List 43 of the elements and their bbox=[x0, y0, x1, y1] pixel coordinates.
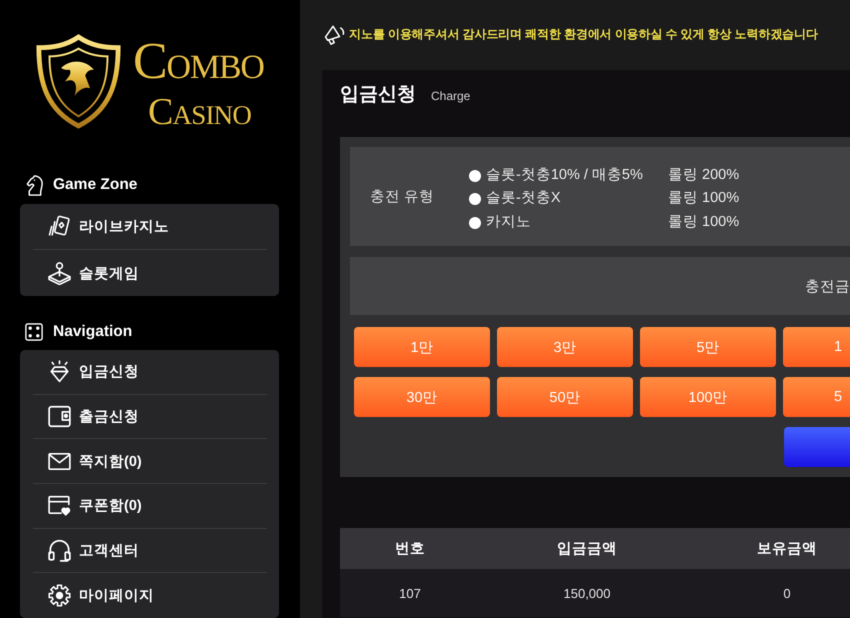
radio-button[interactable] bbox=[469, 170, 481, 182]
playing-card-icon bbox=[48, 215, 71, 238]
column-header: 번호 bbox=[394, 540, 426, 558]
option-label: 슬롯-첫충10% / 매충5% bbox=[486, 166, 643, 185]
joystick-icon bbox=[48, 262, 71, 284]
sidebar-item[interactable]: 슬롯게임 bbox=[33, 250, 267, 296]
sidebar-item[interactable]: 출금신청 bbox=[33, 394, 267, 440]
gear-icon bbox=[48, 584, 71, 608]
sidebar-item[interactable]: 라이브카지노 bbox=[33, 204, 267, 250]
rolling-label: 롤링 200% bbox=[668, 166, 740, 185]
section-title: Game Zone bbox=[53, 176, 138, 194]
field-label: 충전금 bbox=[805, 278, 850, 296]
megaphone-icon bbox=[324, 24, 345, 46]
section-title: Navigation bbox=[53, 322, 132, 341]
logo-text: CASINO bbox=[148, 95, 252, 132]
dice-icon bbox=[25, 320, 43, 343]
card-heart-icon bbox=[48, 494, 71, 518]
option-label: 슬롯-첫충X bbox=[486, 189, 560, 208]
rolling-label: 롤링 100% bbox=[668, 189, 740, 208]
page-title: 입금신청 bbox=[340, 83, 416, 107]
radio-button[interactable] bbox=[469, 216, 481, 228]
sidebar-item[interactable]: 입금신청 bbox=[33, 350, 267, 395]
table-cell-text: 150,000 bbox=[562, 586, 612, 600]
sidebar-item[interactable]: 마이페이지 bbox=[33, 573, 267, 618]
chess-knight-icon bbox=[25, 174, 43, 196]
shield-emblem-icon bbox=[35, 33, 122, 130]
headset-icon bbox=[48, 539, 71, 562]
sidebar-item[interactable]: 쪽지함(0) bbox=[33, 439, 267, 484]
sidebar-item[interactable]: 고객센터 bbox=[33, 528, 267, 574]
page-subtitle: Charge bbox=[431, 89, 470, 103]
sidebar-item[interactable]: 쿠폰함(0) bbox=[33, 484, 267, 529]
diamond-icon bbox=[48, 360, 71, 384]
radio-button[interactable] bbox=[469, 193, 481, 205]
logo-text: COMBO bbox=[133, 35, 264, 92]
option-label: 카지노 bbox=[486, 212, 531, 232]
rolling-label: 롤링 100% bbox=[668, 212, 740, 232]
notice-text: 지노를 이용해주셔서 감사드리며 쾌적한 환경에서 이용하실 수 있게 항상 노력하겠습니다 bbox=[349, 27, 818, 43]
wallet-icon bbox=[48, 405, 71, 428]
column-header: 입금금액 bbox=[556, 540, 618, 558]
table-cell-text: 0 bbox=[782, 586, 792, 600]
table-cell-text: 107 bbox=[398, 586, 422, 600]
field-label: 충전 유형 bbox=[370, 188, 436, 206]
column-header: 보유금액 bbox=[756, 540, 818, 558]
